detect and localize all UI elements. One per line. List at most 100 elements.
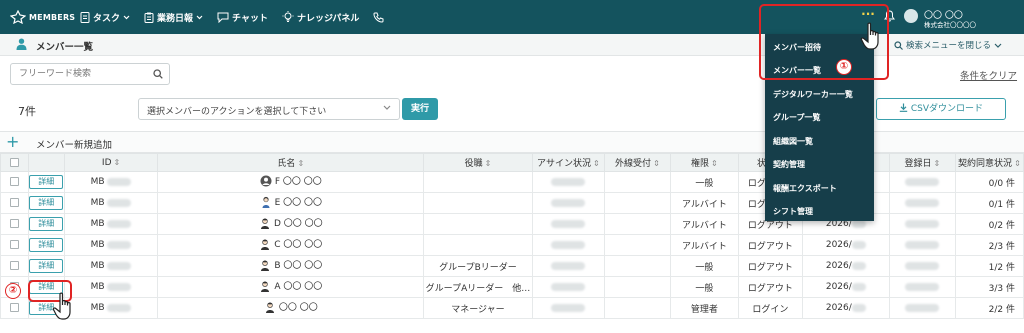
menu-item-shift[interactable]: シフト管理 — [773, 206, 813, 217]
row-checkbox[interactable] — [9, 303, 19, 312]
detail-button[interactable]: 詳細 — [29, 217, 64, 231]
column-header-assign[interactable]: アサイン状況 ⇕ — [531, 153, 605, 172]
menu-item-digital-worker[interactable]: デジタルワーカー一覧 — [773, 89, 853, 100]
column-header-name[interactable]: 氏名 ⇕ — [157, 153, 425, 172]
table-row[interactable]: 詳細 MB C 〇〇 〇〇 アルバイト ログアウト 2026/2/3 件 — [0, 234, 1024, 256]
row-checkbox[interactable] — [9, 261, 19, 270]
masked-value — [551, 240, 586, 249]
column-header-id[interactable]: ID ⇕ — [63, 153, 159, 172]
row-external — [603, 213, 671, 235]
detail-button[interactable]: 詳細 — [29, 196, 64, 210]
masked-value — [551, 303, 586, 312]
main-nav: タスク 業務日報 チャット ナレッジパネル — [80, 0, 384, 34]
nav-label: 業務日報 — [157, 13, 194, 24]
clipboard-icon — [144, 12, 154, 23]
masked-value — [551, 177, 586, 186]
detail-button[interactable]: 詳細 — [29, 238, 64, 252]
masked-value — [551, 261, 586, 270]
column-header-position[interactable]: 役職 ⇕ — [423, 153, 533, 172]
menu-item-reward-export[interactable]: 報酬エクスポート — [773, 183, 837, 194]
column-header-external[interactable]: 外線受付 ⇕ — [603, 153, 671, 172]
nav-item-chat[interactable]: チャット — [217, 11, 268, 24]
annotation-number-1: ① — [836, 59, 852, 75]
detail-button[interactable]: 詳細 — [29, 175, 64, 189]
menu-item-org-chart[interactable]: 組織図一覧 — [773, 136, 813, 147]
search-icon — [894, 40, 903, 50]
row-id: MB — [63, 276, 159, 298]
row-registered — [888, 234, 956, 256]
row-name[interactable]: E 〇〇 〇〇 — [157, 192, 425, 214]
search-input[interactable] — [11, 64, 146, 84]
row-position: グループBリーダー — [423, 255, 533, 277]
masked-value — [905, 240, 940, 249]
row-date: 2026/ — [801, 234, 890, 256]
clear-conditions-link[interactable]: 条件をクリア — [960, 68, 1017, 82]
row-registered — [888, 276, 956, 298]
table-row[interactable]: 詳細 MB B 〇〇 〇〇 グループBリーダー 一般 ログアウト 2026/1/2 件 — [0, 255, 1024, 277]
row-name[interactable]: D 〇〇 〇〇 — [157, 213, 425, 235]
row-select-cell — [0, 192, 29, 214]
nav-item-task[interactable]: タスク — [80, 11, 130, 24]
row-external — [603, 171, 671, 193]
row-checkbox[interactable] — [9, 219, 19, 228]
app-logo[interactable]: MEMBERS — [10, 10, 75, 24]
row-name[interactable]: A 〇〇 〇〇 — [157, 276, 425, 298]
execute-button[interactable]: 実行 — [402, 98, 438, 120]
masked-value — [551, 282, 586, 291]
row-position — [423, 213, 533, 235]
avatar-icon — [260, 218, 269, 229]
row-role: 管理者 — [669, 297, 739, 319]
avatar-icon — [261, 281, 270, 292]
column-header-role[interactable]: 権限 ⇕ — [669, 153, 739, 172]
sort-icon: ⇕ — [711, 159, 718, 168]
table-row[interactable]: 詳細 MB A 〇〇 〇〇 グループAリーダー 他… 一般 ログアウト 2026/3/3 … — [0, 276, 1024, 298]
nav-item-knowledge-panel[interactable]: ナレッジパネル — [282, 11, 359, 24]
user-company: 株式会社〇〇〇〇 — [924, 21, 976, 29]
row-role: 一般 — [669, 171, 739, 193]
row-name[interactable]: F 〇〇 〇〇 — [157, 171, 425, 193]
menu-item-group-list[interactable]: グループ一覧 — [773, 112, 821, 123]
row-id: MB — [63, 213, 159, 235]
member-action-select[interactable]: 選択メンバーのアクションを選択して下さい — [138, 98, 400, 120]
document-icon — [80, 11, 90, 23]
plus-icon[interactable]: + — [6, 133, 19, 151]
nav-item-daily-report[interactable]: 業務日報 — [144, 11, 203, 24]
row-checkbox[interactable] — [9, 240, 19, 249]
row-registered — [888, 192, 956, 214]
annotation-number-2: ② — [5, 283, 21, 299]
nav-item-phone[interactable] — [373, 12, 384, 23]
masked-value — [905, 261, 940, 270]
column-header-registered[interactable]: 登録日 ⇕ — [888, 153, 956, 172]
table-row[interactable]: 詳細 MB 〇〇 〇〇 マネージャー 管理者 ログイン 2026/2/2 件 — [0, 297, 1024, 319]
row-consent: 0/0 件 — [954, 171, 1024, 193]
search-menu-toggle[interactable]: 検索メニューを閉じる — [894, 39, 1002, 51]
action-select-value: 選択メンバーのアクションを選択して下さい — [147, 107, 327, 117]
chevron-down-icon — [123, 15, 130, 19]
search-icon[interactable] — [153, 69, 163, 79]
freeword-search-field[interactable] — [10, 63, 170, 85]
row-name[interactable]: 〇〇 〇〇 — [157, 297, 425, 319]
row-date: 2026/ — [801, 255, 890, 277]
row-checkbox[interactable] — [9, 177, 19, 186]
csv-download-button[interactable]: CSVダウンロード — [876, 98, 1006, 120]
row-name[interactable]: B 〇〇 〇〇 — [157, 255, 425, 277]
masked-value — [851, 303, 866, 312]
row-id: MB — [63, 171, 159, 193]
logo-text: MEMBERS — [29, 12, 76, 22]
row-consent: 2/3 件 — [954, 234, 1024, 256]
menu-item-contract[interactable]: 契約管理 — [773, 159, 805, 170]
column-header-consent[interactable]: 契約同意状況 ⇕ — [954, 153, 1024, 172]
select-all-checkbox[interactable] — [9, 157, 19, 167]
row-id: MB — [63, 297, 159, 319]
row-position: マネージャー — [423, 297, 533, 319]
row-checkbox[interactable] — [9, 198, 19, 207]
row-name[interactable]: C 〇〇 〇〇 — [157, 234, 425, 256]
masked-value — [107, 240, 132, 249]
row-external — [603, 276, 671, 298]
row-registered — [888, 213, 956, 235]
avatar-icon — [262, 196, 270, 208]
sort-icon: ⇕ — [297, 159, 305, 168]
chat-icon — [217, 12, 229, 23]
detail-button[interactable]: 詳細 — [29, 259, 64, 273]
row-select-cell — [0, 171, 29, 193]
